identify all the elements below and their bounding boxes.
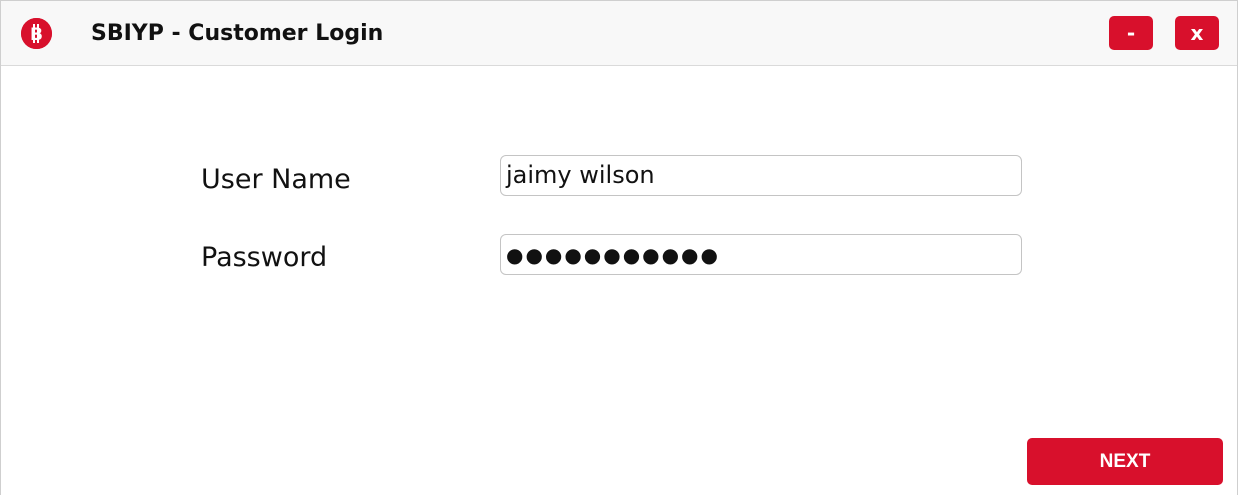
title-bar[interactable]: B SBIYP - Customer Login - x <box>1 1 1237 66</box>
password-label: Password <box>201 242 328 273</box>
username-label: User Name <box>201 164 351 195</box>
next-button[interactable]: NEXT <box>1027 438 1223 485</box>
minimize-button[interactable]: - <box>1109 16 1153 50</box>
bitcoin-icon: B <box>21 18 52 49</box>
login-window: B SBIYP - Customer Login - x User Name j… <box>0 0 1238 495</box>
window-title: SBIYP - Customer Login <box>91 21 384 46</box>
close-button[interactable]: x <box>1175 16 1219 50</box>
username-input[interactable]: jaimy wilson <box>500 155 1022 196</box>
password-input[interactable]: ●●●●●●●●●●● <box>500 234 1022 275</box>
logo-glyph: B <box>30 25 43 45</box>
